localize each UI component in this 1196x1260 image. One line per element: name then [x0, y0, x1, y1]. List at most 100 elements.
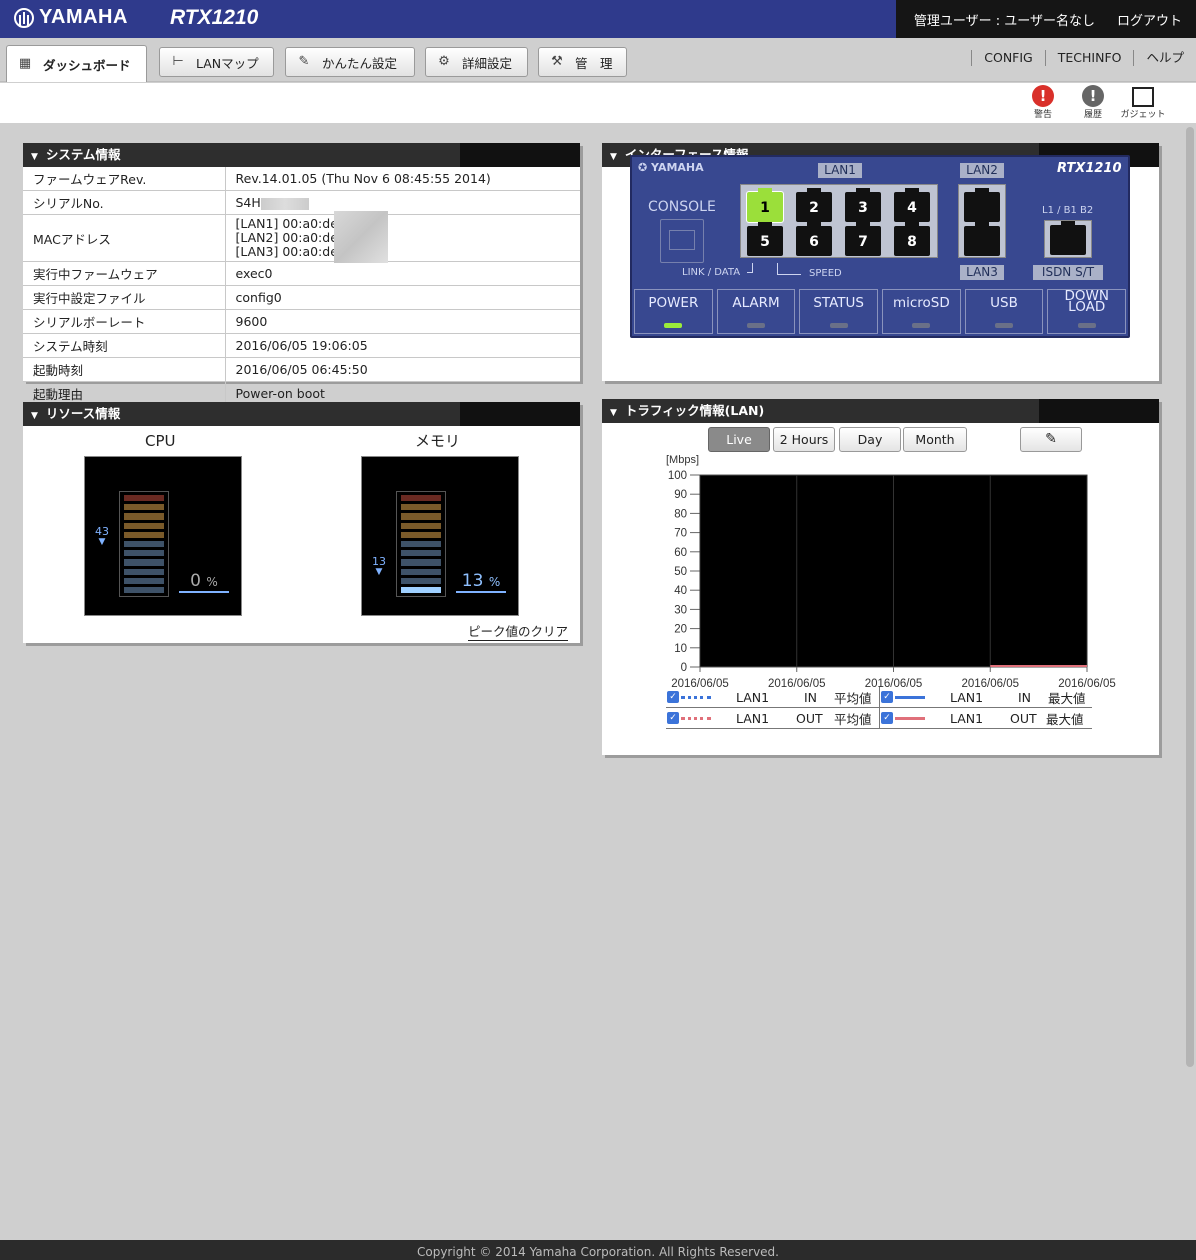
meter-segment — [401, 513, 441, 520]
y-tick-label: 50 — [674, 566, 687, 578]
techinfo-link[interactable]: TECHINFO — [1044, 50, 1134, 66]
redacted-serial — [260, 197, 309, 210]
checkbox-icon[interactable]: ✓ — [881, 691, 893, 703]
gadget-button[interactable]: ガジェット — [1116, 85, 1170, 120]
meter-segment — [401, 586, 441, 594]
meter-segment — [124, 577, 164, 584]
brand-name: YAMAHA — [39, 6, 128, 28]
history-icon: ! — [1082, 85, 1104, 107]
table-row: 実行中ファームウェア exec0 — [23, 261, 580, 286]
checkbox-icon[interactable]: ✓ — [667, 691, 679, 703]
lan1-port-4[interactable]: 4 — [894, 188, 930, 222]
lan1-port-2[interactable]: 2 — [796, 188, 832, 222]
cpu-level-meter — [119, 491, 169, 597]
dashboard-icon: ▦ — [18, 56, 32, 71]
table-row: システム時刻 2016/06/05 19:06:05 — [23, 333, 580, 358]
legend-swatch — [681, 695, 711, 699]
lan3-label: LAN3 — [960, 265, 1004, 280]
wand-icon: ✎ — [298, 54, 310, 69]
meter-segment — [401, 522, 441, 529]
interface-info-panel: ▼インターフェース情報 ✪ YAMAHA RTX1210 LAN1 LAN2 C… — [602, 143, 1159, 381]
memory-percent: 13 % — [456, 571, 506, 593]
lan2-label: LAN2 — [960, 163, 1004, 178]
system-info-table: ファームウェアRev. Rev.14.01.05 (Thu Nov 6 08:45… — [23, 167, 580, 406]
lan3-port[interactable] — [964, 222, 1000, 256]
system-info-header[interactable]: ▼ システム情報 — [23, 143, 580, 167]
meter-segment — [401, 495, 441, 502]
yamaha-logo: YAMAHA — [14, 6, 128, 29]
checkbox-icon[interactable]: ✓ — [881, 712, 893, 724]
alert-button[interactable]: ! 警告 — [1028, 85, 1058, 120]
lan1-port-8[interactable]: 8 — [894, 222, 930, 256]
meter-segment — [124, 504, 164, 511]
meter-segment — [124, 550, 164, 557]
lan2-port[interactable] — [964, 188, 1000, 222]
tool-icon-bar: ! 警告 ! 履歴 ガジェット — [0, 83, 1196, 123]
legend-lan1-in-avg[interactable]: ✓ LAN1 IN 平均値 — [666, 687, 879, 708]
tab-easy-setup[interactable]: ✎ かんたん設定 — [285, 47, 415, 77]
y-tick-label: 60 — [674, 547, 687, 559]
legend-lan1-out-avg[interactable]: ✓ LAN1 OUT 平均値 — [666, 708, 879, 729]
config-link[interactable]: CONFIG — [971, 50, 1044, 66]
lan1-port-1[interactable]: 1 — [746, 188, 784, 223]
legend-lan1-in-max[interactable]: ✓ LAN1 IN 最大値 — [879, 686, 1092, 708]
scrollbar-thumb[interactable] — [1186, 127, 1194, 1067]
y-tick-label: 90 — [674, 489, 687, 501]
resource-info-header[interactable]: ▼ リソース情報 — [23, 402, 580, 426]
meter-segment — [124, 586, 164, 594]
meter-segment — [401, 550, 441, 557]
meter-segment — [124, 559, 164, 566]
legend-lan1-out-max[interactable]: ✓ LAN1 OUT 最大値 — [879, 707, 1092, 729]
table-row: 実行中設定ファイル config0 — [23, 285, 580, 310]
table-row: 起動時刻 2016/06/05 06:45:50 — [23, 357, 580, 382]
memory-level-meter — [396, 491, 446, 597]
lan1-label: LAN1 — [818, 163, 862, 178]
console-port[interactable] — [660, 219, 704, 263]
meter-segment — [401, 531, 441, 538]
tab-lan-map[interactable]: ⊢ LANマップ — [159, 47, 274, 77]
wrench-icon: ⚒ — [551, 54, 563, 69]
lan1-port-5[interactable]: 5 — [747, 222, 783, 256]
meter-segment — [124, 513, 164, 520]
y-tick-label: 10 — [674, 643, 687, 655]
legend-swatch — [895, 695, 925, 699]
traffic-info-panel: ▼ トラフィック情報(LAN) Live 2 Hours Day Month ✎ … — [602, 399, 1159, 755]
traffic-info-header[interactable]: ▼ トラフィック情報(LAN) — [602, 399, 1159, 423]
checkbox-icon[interactable]: ✓ — [667, 712, 679, 724]
history-button[interactable]: ! 履歴 — [1078, 85, 1108, 120]
meter-segment — [401, 504, 441, 511]
meter-segment — [124, 531, 164, 538]
top-links: CONFIG TECHINFO ヘルプ — [971, 50, 1196, 66]
alert-icon: ! — [1032, 85, 1054, 107]
logout-link[interactable]: ログアウト — [1117, 10, 1182, 29]
gadget-icon — [1132, 87, 1154, 107]
tab-dashboard[interactable]: ▦ ダッシュボード — [6, 45, 147, 82]
help-link[interactable]: ヘルプ — [1133, 50, 1196, 66]
lan1-port-6[interactable]: 6 — [796, 222, 832, 256]
cpu-title: CPU — [145, 432, 176, 450]
cpu-peak-marker: 43 ▼ — [95, 525, 109, 547]
tuning-fork-icon — [14, 7, 34, 28]
isdn-port[interactable] — [1050, 221, 1086, 255]
collapse-icon: ▼ — [31, 152, 38, 162]
led-usb: USB — [964, 289, 1044, 334]
isdn-line-label: L1 / B1 B2 — [1042, 205, 1094, 216]
gear-icon: ⚙ — [438, 54, 450, 69]
main-tab-bar: ▦ ダッシュボード ⊢ LANマップ ✎ かんたん設定 ⚙ 詳細設定 ⚒ 管 理 CONF… — [0, 38, 1196, 82]
lan1-port-3[interactable]: 3 — [845, 188, 881, 222]
memory-gauge: 13 ▼ 13 % — [361, 456, 519, 616]
page-scrollbar[interactable] — [1184, 125, 1196, 1240]
tab-advanced-settings[interactable]: ⚙ 詳細設定 — [425, 47, 528, 77]
tab-management[interactable]: ⚒ 管 理 — [538, 47, 627, 77]
peak-arrow-icon: ▼ — [98, 537, 106, 547]
led-alarm: ALARM — [716, 289, 796, 334]
y-tick-label: 40 — [674, 585, 687, 597]
y-tick-label: 70 — [674, 528, 687, 540]
led-microsd: microSD — [882, 289, 961, 334]
lan1-port-7[interactable]: 7 — [845, 222, 881, 256]
device-model: RTX1210 — [1057, 161, 1122, 176]
clear-peak-link[interactable]: ピーク値のクリア — [467, 621, 568, 641]
table-row: MACアドレス [LAN1] 00:a0:de: [LAN2] 00:a0:de:[… — [23, 211, 580, 263]
collapse-icon: ▼ — [31, 411, 38, 421]
isdn-label: ISDN S/T — [1033, 265, 1103, 280]
